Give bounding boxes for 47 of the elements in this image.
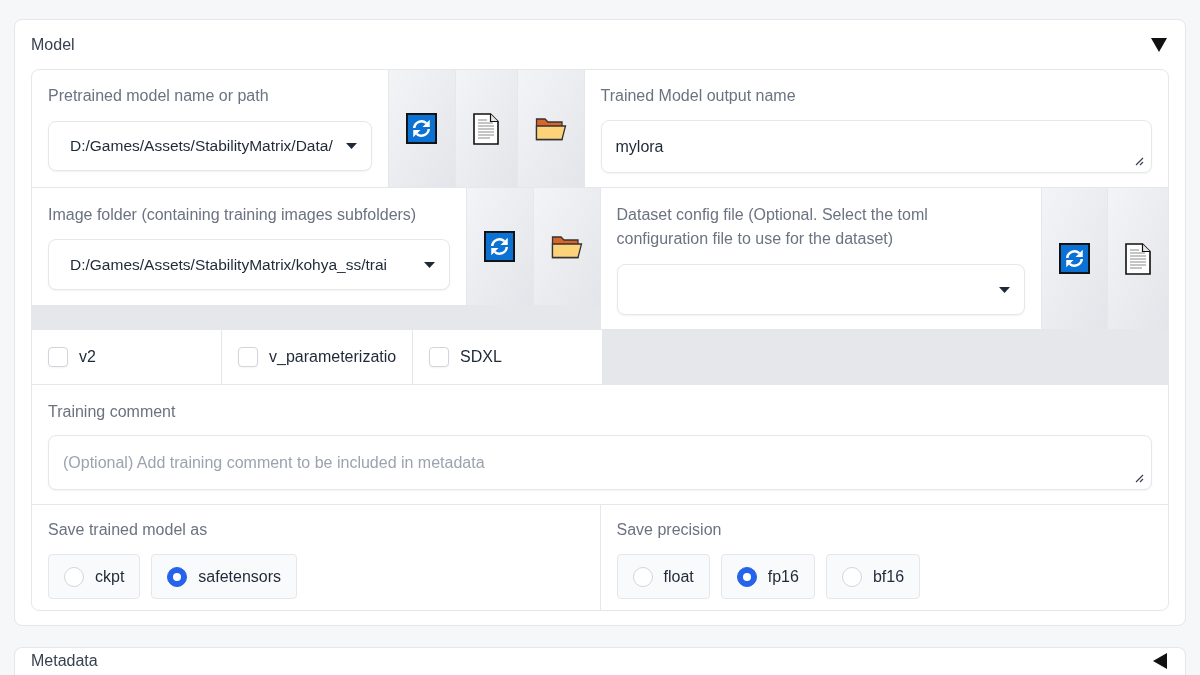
radio-option[interactable]: float bbox=[616, 554, 710, 599]
refresh-icon bbox=[484, 231, 515, 262]
resize-grip-icon bbox=[1135, 474, 1144, 483]
refresh-button[interactable] bbox=[388, 70, 455, 187]
field-label: Pretrained model name or path bbox=[48, 86, 270, 106]
document-icon bbox=[473, 112, 499, 145]
dropdown-field[interactable] bbox=[616, 264, 1025, 315]
refresh-button[interactable] bbox=[1042, 188, 1107, 329]
caret-icon bbox=[423, 261, 435, 268]
checkbox-option[interactable]: SDXL bbox=[413, 330, 602, 384]
expand-triangle-icon[interactable] bbox=[1153, 653, 1167, 669]
collapse-triangle-icon[interactable] bbox=[1151, 38, 1167, 52]
radio-option[interactable]: safetensors bbox=[151, 554, 298, 599]
open-file-button[interactable] bbox=[455, 70, 517, 187]
dropdown-field[interactable]: D:/Games/Assets/StabilityMatrix/kohya_ss/trai bbox=[48, 239, 450, 290]
checkbox[interactable] bbox=[238, 347, 258, 367]
refresh-button[interactable] bbox=[466, 188, 533, 305]
resize-grip-icon bbox=[1135, 157, 1144, 166]
field-label: Training comment bbox=[48, 402, 177, 422]
caret-icon bbox=[345, 143, 357, 149]
document-icon bbox=[1125, 242, 1151, 275]
folder-icon bbox=[534, 116, 567, 141]
checkbox[interactable] bbox=[429, 347, 449, 367]
field-label: Trained Model output name bbox=[600, 86, 797, 106]
refresh-icon bbox=[406, 113, 437, 144]
dropdown-field[interactable]: D:/Games/Assets/StabilityMatrix/Data/ bbox=[48, 121, 372, 171]
field-label: Image folder (containing training images subfolders) bbox=[48, 205, 418, 225]
panel-title[interactable]: Model bbox=[31, 33, 75, 57]
checkbox-option[interactable]: v2 bbox=[32, 330, 221, 384]
radio-option[interactable]: bf16 bbox=[825, 554, 921, 599]
field-label: Save precision bbox=[616, 520, 723, 540]
radio-indicator[interactable] bbox=[736, 566, 757, 587]
open-folder-button[interactable] bbox=[533, 188, 600, 305]
open-file-button[interactable] bbox=[1108, 188, 1168, 329]
field-label: Save trained model as bbox=[48, 520, 209, 540]
open-folder-button[interactable] bbox=[517, 70, 584, 187]
radio-option[interactable]: fp16 bbox=[720, 554, 815, 599]
radio-option[interactable]: ckpt bbox=[48, 554, 141, 599]
text-field[interactable]: mylora bbox=[600, 120, 1152, 173]
radio-indicator[interactable] bbox=[167, 566, 188, 587]
field-label: Dataset config file (Optional. Select the toml configuration file to use for the dataset) bbox=[616, 205, 929, 249]
refresh-icon bbox=[1059, 243, 1090, 274]
panel-title[interactable]: Metadata bbox=[31, 651, 98, 671]
caret-icon bbox=[999, 286, 1010, 293]
checkbox[interactable] bbox=[48, 347, 68, 367]
checkbox-option[interactable]: v_parameterizatio bbox=[222, 330, 412, 384]
folder-icon bbox=[550, 234, 583, 259]
